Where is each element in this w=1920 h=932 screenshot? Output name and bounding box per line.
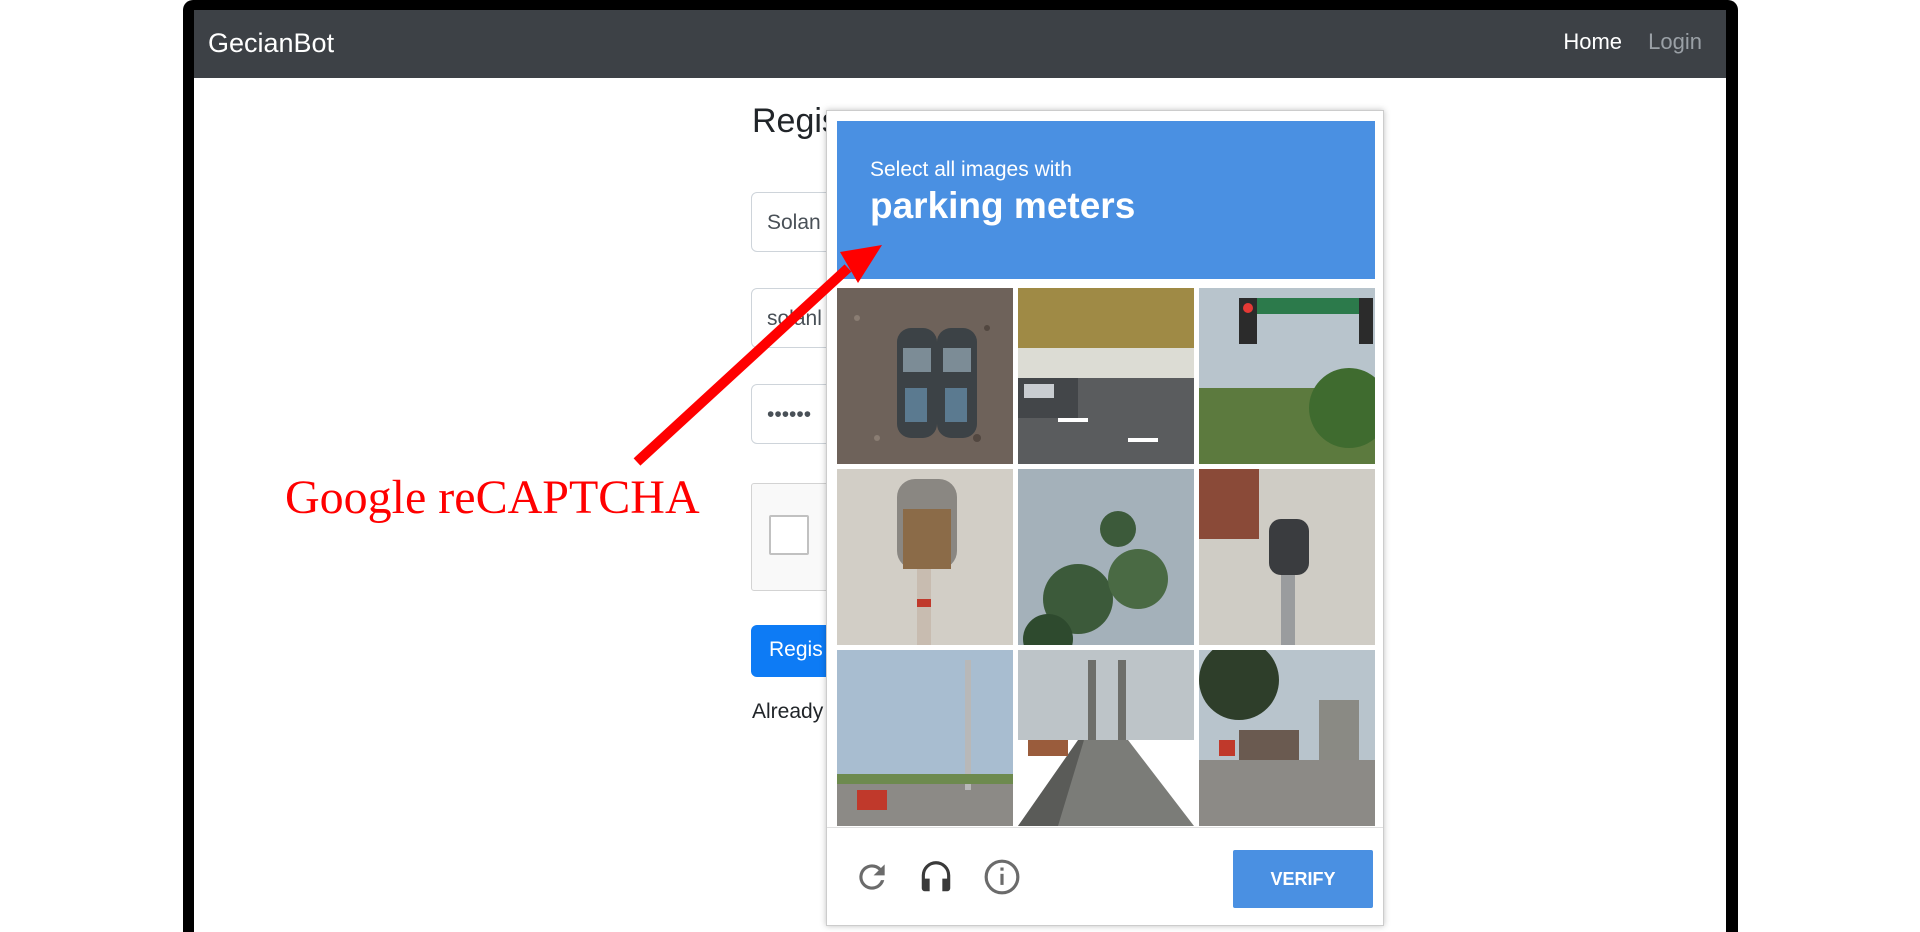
annotation-arrow [633,245,882,466]
annotation-label: Google reCAPTCHA [285,471,700,524]
